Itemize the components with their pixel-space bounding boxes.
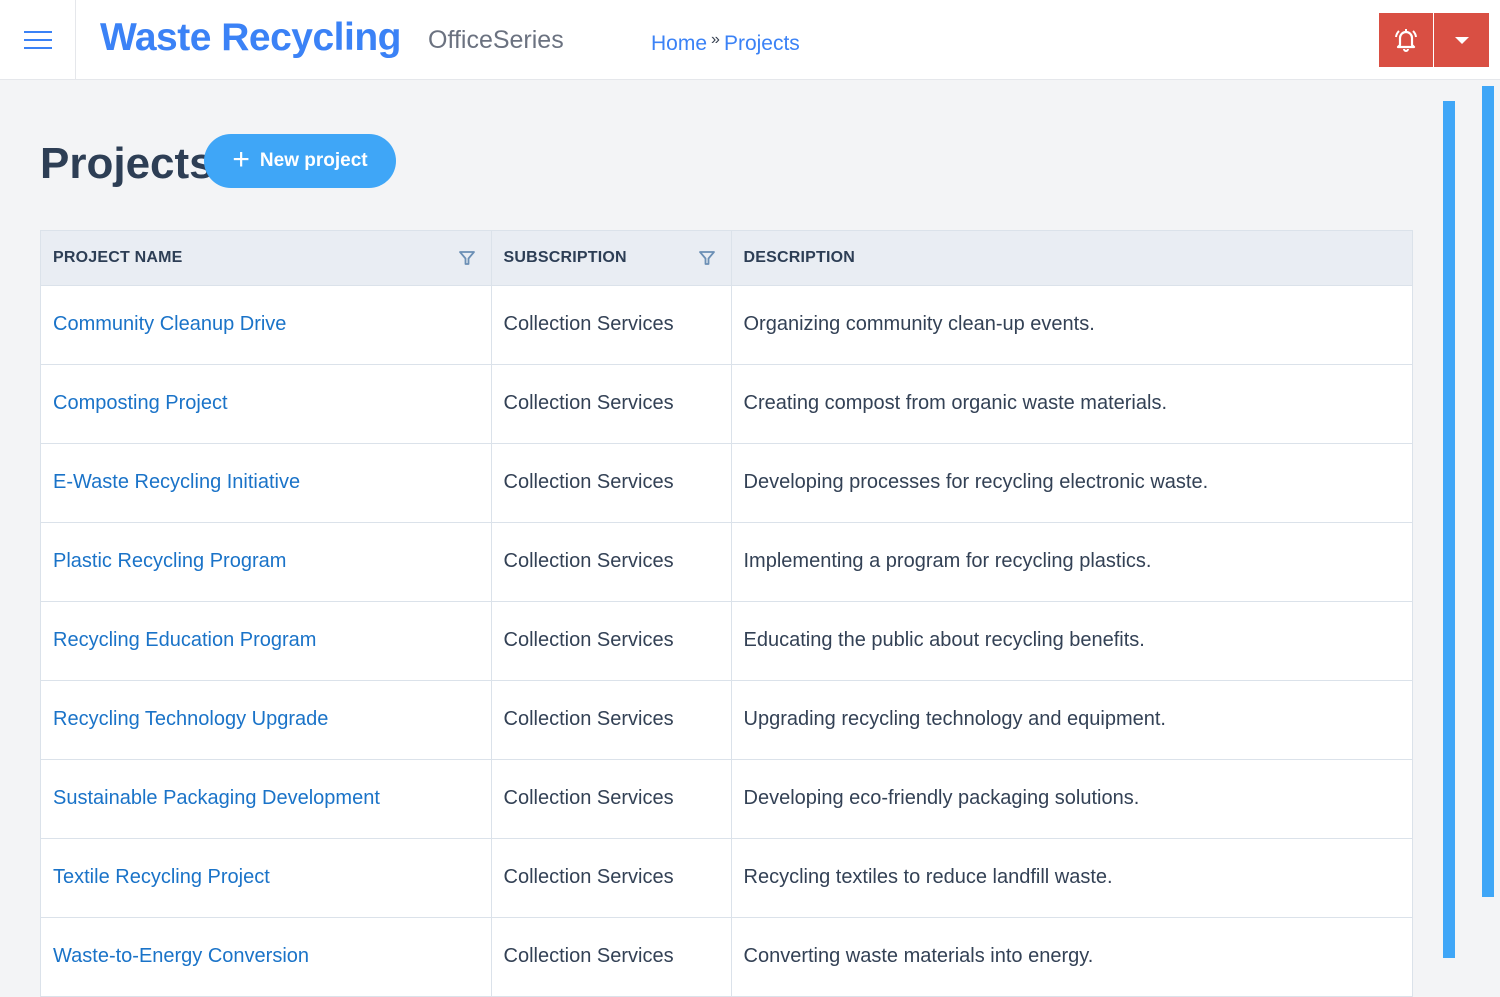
table-row: Composting Project Collection Services C… xyxy=(41,363,1412,443)
table-row: Textile Recycling Project Collection Ser… xyxy=(41,837,1412,917)
project-name-link[interactable]: Recycling Technology Upgrade xyxy=(53,708,328,730)
subscription-cell: Collection Services xyxy=(491,758,732,838)
subscription-cell: Collection Services xyxy=(491,363,732,443)
content-scrollbar[interactable] xyxy=(1443,101,1455,958)
table-row: Waste-to-Energy Conversion Collection Se… xyxy=(41,916,1412,996)
project-name-link[interactable]: Sustainable Packaging Development xyxy=(53,787,380,809)
subscription-cell: Collection Services xyxy=(491,679,732,759)
project-name-link[interactable]: Composting Project xyxy=(53,392,228,414)
description-cell: Upgrading recycling technology and equip… xyxy=(731,679,1412,759)
project-name-link[interactable]: Community Cleanup Drive xyxy=(53,313,286,335)
top-bar: Waste Recycling OfficeSeries Home » Proj… xyxy=(0,0,1500,80)
description-cell: Educating the public about recycling ben… xyxy=(731,600,1412,680)
project-name-link[interactable]: E-Waste Recycling Initiative xyxy=(53,471,300,493)
column-label: DESCRIPTION xyxy=(743,248,856,266)
project-name-link[interactable]: Recycling Education Program xyxy=(53,629,316,651)
project-name-link[interactable]: Waste-to-Energy Conversion xyxy=(53,945,309,967)
app-subtitle: OfficeSeries xyxy=(428,26,564,54)
subscription-cell: Collection Services xyxy=(491,442,732,522)
table-row: E-Waste Recycling Initiative Collection … xyxy=(41,442,1412,522)
project-name-link[interactable]: Plastic Recycling Program xyxy=(53,550,286,572)
subscription-cell: Collection Services xyxy=(491,916,732,996)
breadcrumb-home[interactable]: Home xyxy=(651,30,707,58)
table-row: Recycling Education Program Collection S… xyxy=(41,600,1412,680)
app-title[interactable]: Waste Recycling xyxy=(100,14,402,62)
breadcrumb-separator: » xyxy=(711,31,720,48)
description-cell: Developing eco-friendly packaging soluti… xyxy=(731,758,1412,838)
hamburger-menu-icon xyxy=(23,30,52,49)
bell-alert-icon xyxy=(1395,29,1417,52)
subscription-cell: Collection Services xyxy=(491,284,732,364)
description-cell: Creating compost from organic waste mate… xyxy=(731,363,1412,443)
breadcrumb-projects[interactable]: Projects xyxy=(724,30,800,58)
description-cell: Recycling textiles to reduce landfill wa… xyxy=(731,837,1412,917)
description-cell: Developing processes for recycling elect… xyxy=(731,442,1412,522)
filter-icon[interactable] xyxy=(458,250,475,266)
filter-icon[interactable] xyxy=(698,250,715,266)
alerts-dropdown-toggle[interactable] xyxy=(1434,13,1489,67)
menu-toggle-button[interactable] xyxy=(0,0,76,79)
page-scrollbar[interactable] xyxy=(1482,86,1494,897)
new-project-button[interactable]: + New project xyxy=(204,134,396,188)
description-cell: Implementing a program for recycling pla… xyxy=(731,521,1412,601)
table-row: Plastic Recycling Program Collection Ser… xyxy=(41,521,1412,601)
plus-icon: + xyxy=(232,143,250,176)
breadcrumb: Home » Projects xyxy=(651,30,800,58)
subscription-cell: Collection Services xyxy=(491,600,732,680)
column-header-project-name[interactable]: PROJECT NAME xyxy=(41,231,492,285)
subscription-cell: Collection Services xyxy=(491,521,732,601)
description-cell: Converting waste materials into energy. xyxy=(731,916,1412,996)
alerts-button-group xyxy=(1379,13,1489,67)
subscription-cell: Collection Services xyxy=(491,837,732,917)
alerts-button[interactable] xyxy=(1379,13,1433,67)
table-row: Community Cleanup Drive Collection Servi… xyxy=(41,284,1412,364)
column-label: SUBSCRIPTION xyxy=(503,248,627,266)
column-label: PROJECT NAME xyxy=(53,248,183,266)
description-cell: Organizing community clean-up events. xyxy=(731,284,1412,364)
project-name-link[interactable]: Textile Recycling Project xyxy=(53,866,270,888)
new-project-label: New project xyxy=(259,150,368,171)
caret-down-icon xyxy=(1454,36,1469,44)
projects-table: PROJECT NAME SUBSCRIPTION DESCRIPTION Co… xyxy=(40,230,1413,997)
table-header-row: PROJECT NAME SUBSCRIPTION DESCRIPTION xyxy=(41,231,1412,285)
table-row: Recycling Technology Upgrade Collection … xyxy=(41,679,1412,759)
table-row: Sustainable Packaging Development Collec… xyxy=(41,758,1412,838)
column-header-subscription[interactable]: SUBSCRIPTION xyxy=(491,231,732,285)
column-header-description[interactable]: DESCRIPTION xyxy=(731,231,1412,285)
page-title: Projects xyxy=(40,139,214,188)
